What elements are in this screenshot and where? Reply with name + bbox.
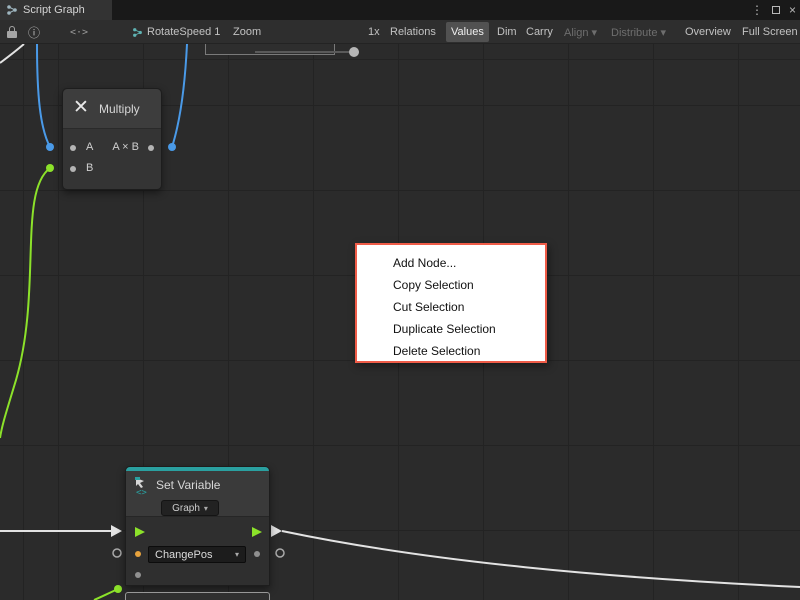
- extra-input-port[interactable]: [135, 572, 141, 578]
- menu-item-delete-selection[interactable]: Delete Selection: [357, 340, 545, 362]
- menu-item-cut-selection[interactable]: Cut Selection: [357, 296, 545, 318]
- graph-toolbar: ⓘ <·> RotateSpeed 1 Zoom 1x Relations Va…: [0, 20, 800, 44]
- context-menu: Add Node... Copy Selection Cut Selection…: [355, 243, 547, 363]
- set-variable-node[interactable]: <> Set Variable Graph ▾ ChangePos ▾: [125, 466, 270, 586]
- flow-output-arrow[interactable]: [252, 527, 262, 537]
- close-icon[interactable]: ×: [789, 3, 796, 17]
- menu-item-copy-selection[interactable]: Copy Selection: [357, 274, 545, 296]
- script-graph-tab[interactable]: Script Graph: [0, 0, 112, 20]
- set-variable-title: Set Variable: [156, 478, 220, 492]
- scope-dropdown-label: Graph: [172, 503, 200, 514]
- scope-dropdown[interactable]: Graph ▾: [161, 500, 219, 516]
- svg-text:<>: <>: [136, 488, 147, 496]
- carry-button[interactable]: Carry: [521, 20, 558, 44]
- multiply-node-header[interactable]: ✕ Multiply: [63, 89, 161, 129]
- window-controls: ⋮ ×: [751, 0, 796, 20]
- input-port-a[interactable]: [70, 145, 76, 151]
- full-screen-button[interactable]: Full Screen: [737, 20, 800, 44]
- maximize-icon[interactable]: [772, 6, 780, 14]
- script-graph-window: ✕ Multiply A A × B B <> Set Variable Gra…: [0, 0, 800, 600]
- graph-ref-button[interactable]: RotateSpeed 1: [147, 20, 220, 44]
- relations-button[interactable]: Relations: [385, 20, 441, 44]
- multiply-icon: ✕: [73, 96, 89, 119]
- zoom-slider-track[interactable]: [255, 51, 359, 53]
- chevron-down-icon: ▾: [204, 504, 208, 513]
- titlebar: Script Graph ⋮ ×: [0, 0, 800, 20]
- node-footer[interactable]: [125, 592, 270, 600]
- graph-ref-icon: [132, 20, 143, 44]
- port-result-label: A × B: [112, 141, 139, 153]
- overview-button[interactable]: Overview: [680, 20, 736, 44]
- port-a-label: A: [86, 141, 93, 153]
- value-input-port[interactable]: [135, 551, 141, 557]
- align-button[interactable]: Align ▾: [559, 20, 602, 44]
- code-icon[interactable]: <·>: [70, 20, 88, 44]
- variable-dropdown-label: ChangePos: [155, 549, 213, 561]
- value-output-port[interactable]: [254, 551, 260, 557]
- script-graph-icon: [6, 4, 18, 16]
- kebab-menu-icon[interactable]: ⋮: [751, 3, 763, 17]
- tab-label: Script Graph: [23, 4, 85, 16]
- set-variable-icon: <>: [134, 476, 152, 496]
- menu-item-duplicate-selection[interactable]: Duplicate Selection: [357, 318, 545, 340]
- zoom-slider-knob[interactable]: [349, 47, 359, 57]
- multiply-node[interactable]: ✕ Multiply A A × B B: [62, 88, 162, 190]
- variable-dropdown[interactable]: ChangePos ▾: [148, 546, 246, 563]
- dim-button[interactable]: Dim: [492, 20, 522, 44]
- menu-item-add-node[interactable]: Add Node...: [357, 252, 545, 274]
- flow-input-arrow[interactable]: [135, 527, 145, 537]
- lock-icon[interactable]: [7, 20, 17, 44]
- chevron-down-icon: ▾: [235, 550, 239, 559]
- zoom-value: 1x: [368, 20, 380, 44]
- set-variable-header[interactable]: <> Set Variable Graph ▾: [126, 471, 269, 517]
- zoom-label: Zoom: [233, 20, 261, 44]
- values-button[interactable]: Values: [446, 22, 489, 42]
- info-icon[interactable]: ⓘ: [28, 20, 40, 44]
- port-b-label: B: [86, 162, 93, 174]
- output-port-result[interactable]: [148, 145, 154, 151]
- distribute-button[interactable]: Distribute ▾: [606, 20, 671, 44]
- input-port-b[interactable]: [70, 166, 76, 172]
- multiply-node-title: Multiply: [99, 102, 140, 116]
